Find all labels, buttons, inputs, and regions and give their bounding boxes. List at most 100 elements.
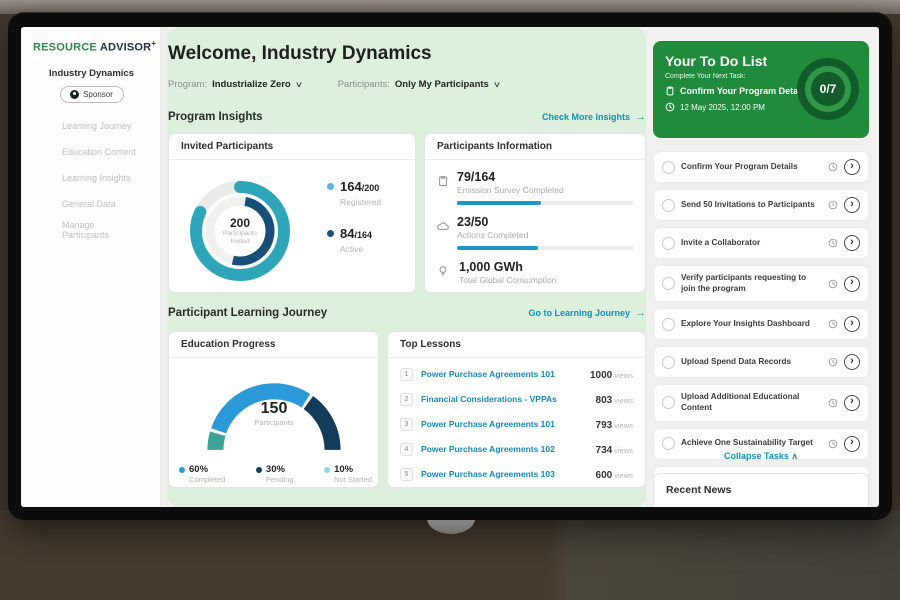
lesson-link[interactable]: Financial Considerations - VPPAs — [421, 394, 588, 404]
task-checkbox[interactable] — [662, 237, 675, 250]
monitor-bezel: RESOURCE ADVISOR+ Industry Dynamics Spon… — [8, 12, 892, 520]
main-content: Welcome, Industry Dynamics Program: Indu… — [168, 27, 646, 507]
task-label: Upload Spend Data Records — [681, 357, 822, 368]
clock-icon — [828, 357, 838, 367]
lesson-link[interactable]: Power Purchase Agreements 103 — [421, 469, 588, 479]
learning-journey-title: Participant Learning Journey — [168, 307, 327, 319]
chevron-right-icon[interactable]: › — [844, 436, 860, 452]
task-checkbox[interactable] — [662, 199, 675, 212]
logo-plus: + — [151, 39, 156, 48]
active-label: Active — [340, 244, 372, 254]
organization-name: Industry Dynamics — [33, 68, 150, 79]
collapse-tasks-link[interactable]: Collapse Tasks ∧ — [653, 451, 869, 462]
task-row-send-invitations[interactable]: Send 50 Invitations to Participants › — [653, 189, 869, 221]
invited-participants-card: Invited Participants 200 Participants In… — [168, 133, 416, 293]
lesson-views-suffix: views — [614, 396, 633, 405]
invited-caption: Participants — [223, 230, 257, 238]
task-label: Upload Additional Educational Content — [681, 392, 822, 413]
registered-label: Registered — [340, 197, 381, 207]
participants-information-title: Participants Information — [425, 134, 645, 160]
active-dot-icon — [327, 230, 334, 237]
lesson-rank: 5 — [400, 468, 413, 481]
sidebar-item-education-content[interactable]: Education Content — [33, 141, 150, 163]
education-progress-card: Education Progress 150 Participants 60% … — [168, 331, 379, 488]
metric-value: 79/164 — [457, 170, 633, 184]
chevron-right-icon[interactable]: › — [844, 159, 860, 175]
lesson-link[interactable]: Power Purchase Agreements 102 — [421, 444, 588, 454]
chevron-right-icon[interactable]: › — [844, 276, 860, 292]
page-title: Welcome, Industry Dynamics — [168, 43, 432, 65]
task-checkbox[interactable] — [662, 396, 675, 409]
check-more-insights-link[interactable]: Check More Insights → — [542, 111, 646, 123]
lesson-rank: 2 — [400, 393, 413, 406]
active-total: /164 — [354, 230, 372, 240]
lesson-views: 793 — [596, 420, 613, 431]
sidebar-item-manage-participants[interactable]: Manage Participants — [33, 219, 150, 241]
pending-label: Pending — [266, 475, 294, 484]
donut-legend: 164/200 Registered 84/164 Active — [327, 178, 381, 254]
chevron-right-icon[interactable]: › — [844, 316, 860, 332]
lesson-views-suffix: views — [614, 446, 633, 455]
gauge-value: 150 — [189, 400, 359, 418]
task-row-confirm-program[interactable]: Confirm Your Program Details › — [653, 151, 869, 183]
lesson-views: 1000 — [590, 370, 612, 381]
task-row-invite-collaborator[interactable]: Invite a Collaborator › — [653, 227, 869, 259]
task-checkbox[interactable] — [662, 356, 675, 369]
todo-progress-ring-inner: 0/7 — [805, 66, 851, 112]
task-checkbox[interactable] — [662, 277, 675, 290]
chevron-down-icon: ∨ — [493, 80, 501, 89]
lesson-views-suffix: views — [614, 371, 633, 380]
task-row-verify-participants[interactable]: Verify participants requesting to join t… — [653, 265, 869, 302]
metric-label: Actions Completed — [457, 230, 633, 240]
program-dropdown[interactable]: Program: Industrialize Zero ∨ — [168, 79, 302, 90]
lesson-rank: 4 — [400, 443, 413, 456]
chevron-right-icon[interactable]: › — [844, 354, 860, 370]
progress-fill — [457, 246, 538, 250]
emission-survey-icon — [437, 170, 449, 205]
completed-pct: 60% — [189, 464, 208, 475]
education-progress-gauge: 150 Participants — [189, 366, 359, 462]
recent-news-card: Recent News — [653, 473, 869, 507]
go-to-learning-journey-link[interactable]: Go to Learning Journey → — [528, 307, 646, 319]
task-label: Explore Your Insights Dashboard — [681, 319, 822, 330]
lesson-views: 803 — [596, 395, 613, 406]
task-row-explore-insights[interactable]: Explore Your Insights Dashboard › — [653, 308, 869, 340]
sidebar-item-learning-journey[interactable]: Learning Journey — [33, 115, 150, 137]
lesson-row: 2 Financial Considerations - VPPAs 803vi… — [388, 383, 645, 408]
gauge-center-text: 150 Participants — [189, 400, 359, 427]
clock-icon — [828, 162, 838, 172]
sidebar-item-general-data[interactable]: General Data — [33, 193, 150, 215]
task-checkbox[interactable] — [662, 318, 675, 331]
program-insights-title: Program Insights — [168, 111, 263, 123]
metric-value: 1,000 GWh — [459, 260, 631, 274]
lesson-link[interactable]: Power Purchase Agreements 101 — [421, 419, 588, 429]
lesson-views-suffix: views — [614, 421, 633, 430]
app-logo: RESOURCE ADVISOR+ — [33, 39, 150, 54]
lesson-link[interactable]: Power Purchase Agreements 101 — [421, 369, 582, 379]
participants-dropdown[interactable]: Participants: Only My Participants ∨ — [338, 79, 500, 90]
metric-value: 23/50 — [457, 215, 633, 229]
legend-registered: 164/200 Registered — [327, 178, 381, 207]
pending-dot-icon — [256, 467, 262, 473]
sidebar-item-label: Learning Journey — [62, 121, 132, 131]
lesson-views: 600 — [596, 470, 613, 481]
chevron-right-icon[interactable]: › — [844, 197, 860, 213]
task-checkbox[interactable] — [662, 161, 675, 174]
metric-actions: 23/50 Actions Completed — [425, 205, 645, 250]
lesson-row: 1 Power Purchase Agreements 101 1000view… — [388, 358, 645, 383]
task-row-upload-educational-content[interactable]: Upload Additional Educational Content › — [653, 384, 869, 421]
chevron-right-icon[interactable]: › — [844, 395, 860, 411]
registered-total: /200 — [362, 183, 380, 193]
task-checkbox[interactable] — [662, 437, 675, 450]
todo-progress-ring: 0/7 — [797, 58, 859, 120]
todo-datetime: 12 May 2025, 12:00 PM — [680, 103, 765, 112]
consumption-icon — [437, 260, 451, 285]
chevron-right-icon[interactable]: › — [844, 235, 860, 251]
registered-dot-icon — [327, 183, 334, 190]
task-row-upload-spend-data[interactable]: Upload Spend Data Records › — [653, 346, 869, 378]
sidebar: RESOURCE ADVISOR+ Industry Dynamics Spon… — [21, 27, 161, 507]
education-progress-title: Education Progress — [169, 332, 378, 358]
actions-icon — [437, 215, 449, 250]
sidebar-item-learning-insights[interactable]: Learning Insights — [33, 167, 150, 189]
progress-fill — [457, 201, 541, 205]
